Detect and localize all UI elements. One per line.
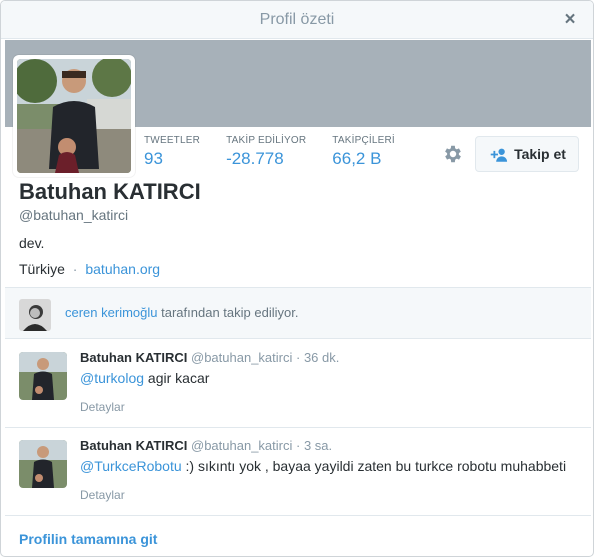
tweet-header: Batuhan KATIRCI @batuhan_katirci · 3 sa. [80,438,332,453]
tweet-author-handle[interactable]: @batuhan_katirci [191,350,292,365]
profile-handle[interactable]: @batuhan_katirci [19,207,128,223]
avatar-photo [17,59,131,173]
gear-icon[interactable] [442,143,464,165]
tweet-mention-link[interactable]: @TurkceRobotu [80,458,182,474]
stat-following[interactable]: TAKİP EDİLİYOR -28.778 [226,135,306,169]
stat-label: TWEETLER [144,135,201,146]
tweet-time[interactable]: · 36 dk. [296,350,339,365]
followed-by-text: ceren kerimoğlu tarafından takip ediliyo… [65,305,298,320]
full-profile-link[interactable]: Profilin tamamına git [19,531,157,547]
separator: · [72,261,78,277]
profile-location-line: Türkiye · batuhan.org [19,261,160,277]
tweet-time[interactable]: · 3 sa. [296,438,332,453]
add-user-icon [488,147,508,162]
modal-title: Profil özeti [259,11,335,28]
tweet-mention-link[interactable]: @turkolog [80,370,144,386]
tweet-details-link[interactable]: Detaylar [80,488,125,502]
tweet-details-link[interactable]: Detaylar [80,400,125,414]
profile-url-link[interactable]: batuhan.org [85,261,160,277]
followed-by-suffix: tarafından takip ediliyor. [161,305,299,320]
followed-by-row: ceren kerimoğlu tarafından takip ediliyo… [5,287,591,339]
profile-stats: TWEETLER 93 TAKİP EDİLİYOR -28.778 TAKİP… [144,135,421,169]
profile-avatar[interactable] [13,55,135,177]
stat-followers[interactable]: TAKİPÇİLERİ 66,2 B [332,135,395,169]
stat-value: 66,2 B [332,149,382,168]
tweet-author-handle[interactable]: @batuhan_katirci [191,438,292,453]
modal-header: Profil özeti × [1,1,593,39]
follower-name-link[interactable]: ceren kerimoğlu [65,305,158,320]
tweet-item[interactable]: Batuhan KATIRCI @batuhan_katirci · 36 dk… [5,340,591,428]
profile-summary-modal: Profil özeti × TWEETLER 93 TAKİP EDİLİYO… [0,0,594,557]
stat-tweets[interactable]: TWEETLER 93 [144,135,200,169]
tweet-item[interactable]: Batuhan KATIRCI @batuhan_katirci · 3 sa.… [5,428,591,516]
tweet-header: Batuhan KATIRCI @batuhan_katirci · 36 dk… [80,350,339,365]
profile-bio: dev. [19,235,45,251]
follow-button-label: Takip et [514,146,566,162]
stat-value: 93 [144,149,163,168]
follower-avatar[interactable] [19,299,51,331]
tweet-text: @TurkceRobotu :) sıkıntı yok , bayaa yay… [80,458,566,474]
tweet-avatar[interactable] [19,440,67,488]
profile-name[interactable]: Batuhan KATIRCI [19,179,201,205]
stat-label: TAKİPÇİLERİ [332,135,395,146]
stat-value: -28.778 [226,149,284,168]
tweet-author-name[interactable]: Batuhan KATIRCI [80,350,187,365]
profile-location: Türkiye [19,261,65,277]
close-icon[interactable]: × [561,10,579,29]
tweet-body: agir kacar [144,370,210,386]
tweet-text: @turkolog agir kacar [80,370,209,386]
tweet-avatar[interactable] [19,352,67,400]
follow-button[interactable]: Takip et [475,136,579,172]
tweet-body: :) sıkıntı yok , bayaa yayildi zaten bu … [181,458,567,474]
tweet-author-name[interactable]: Batuhan KATIRCI [80,438,187,453]
stat-label: TAKİP EDİLİYOR [226,135,307,146]
